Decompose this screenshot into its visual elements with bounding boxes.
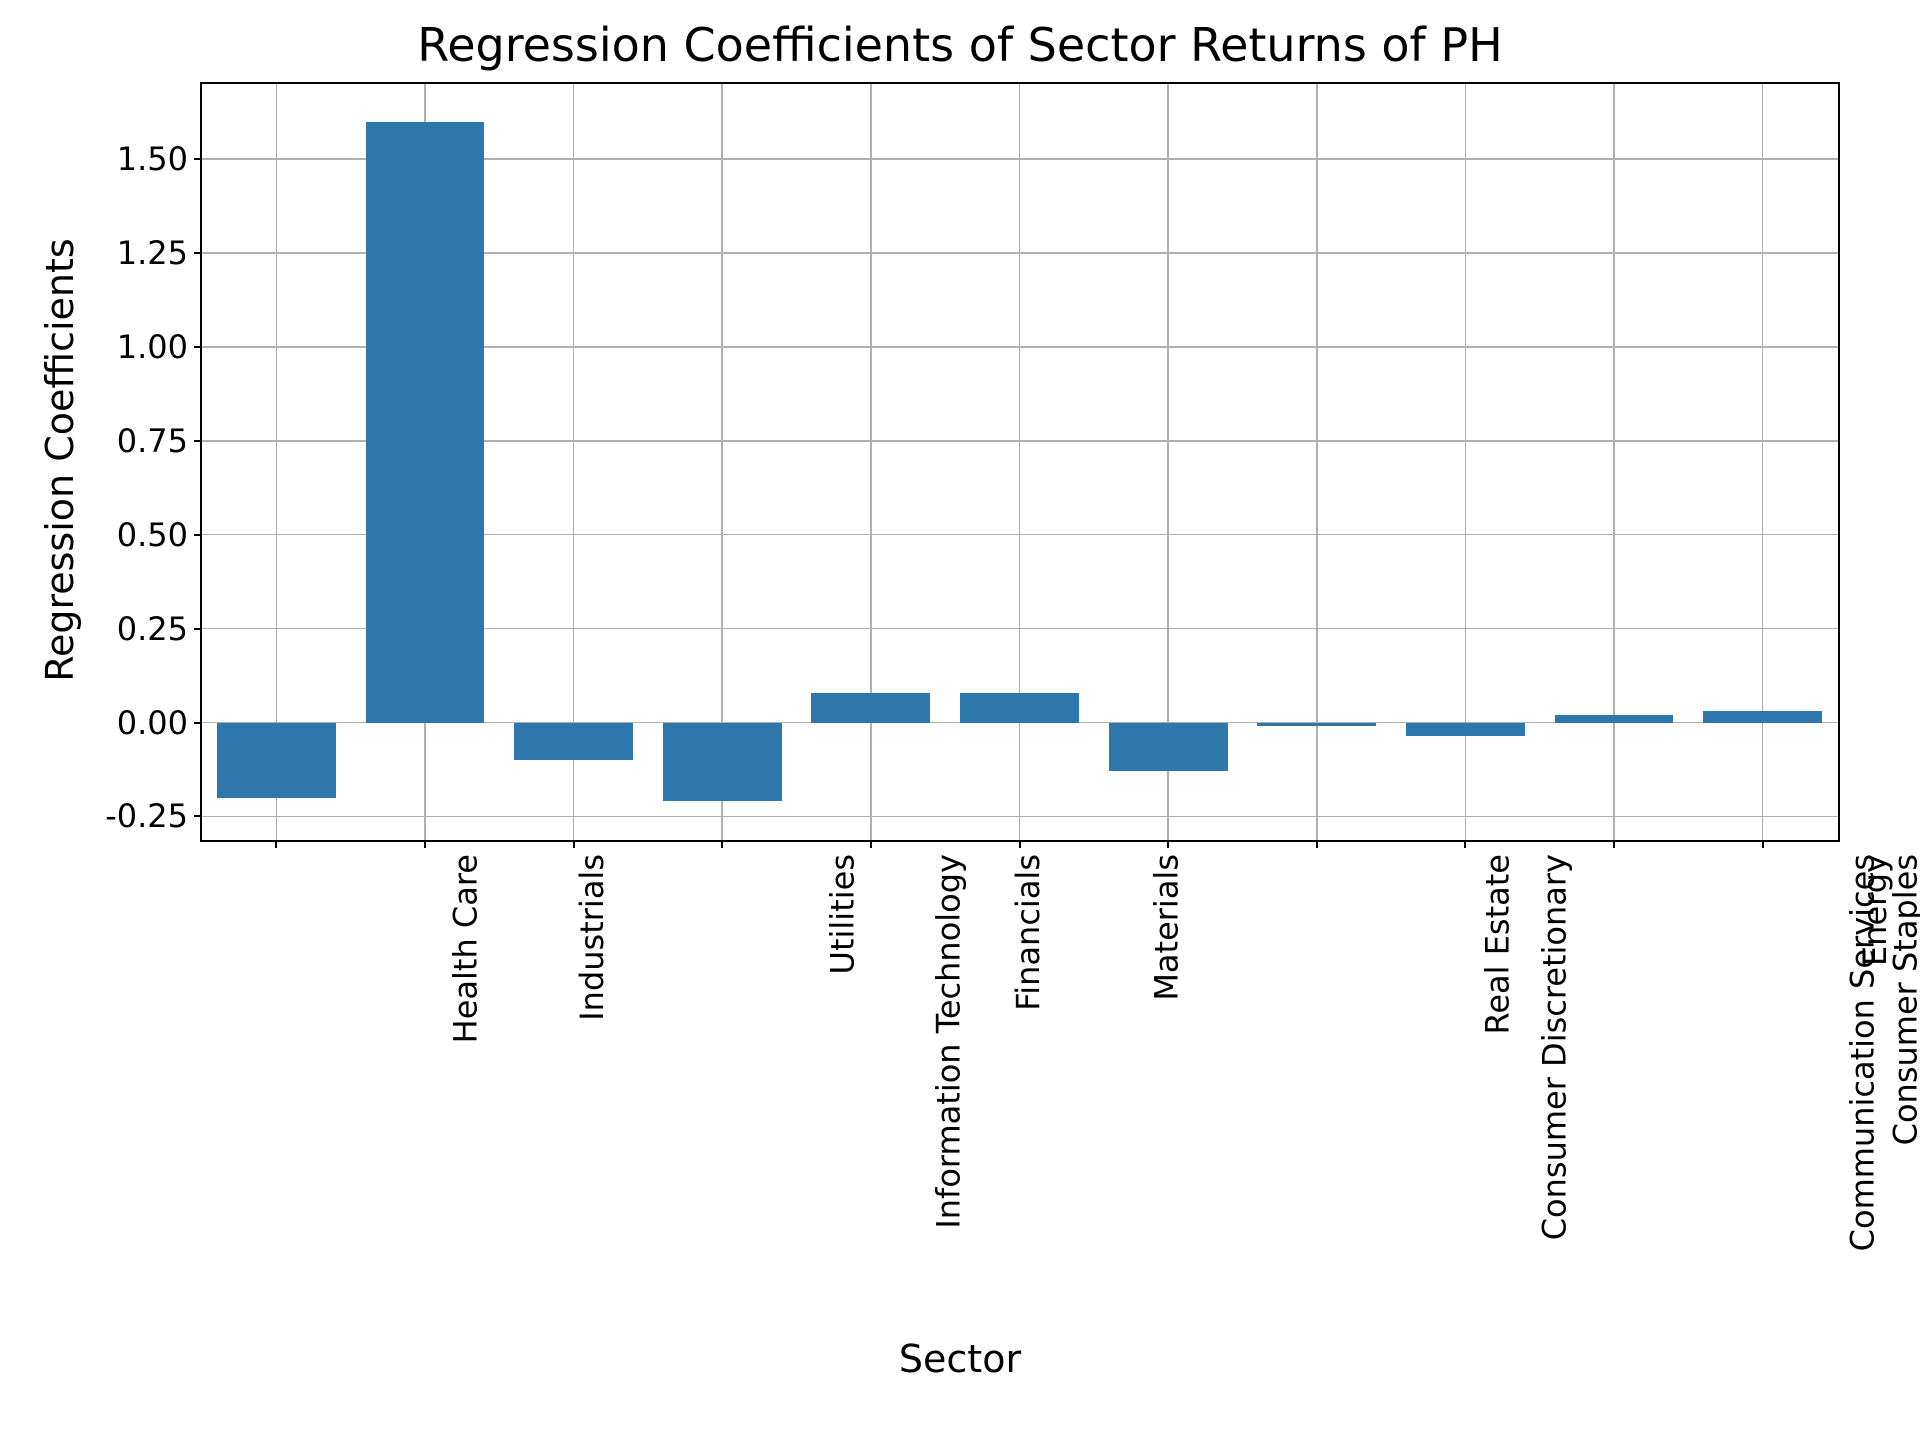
xtick-mark — [275, 840, 277, 848]
xtick-label: Information Technology — [929, 854, 967, 1229]
xtick-mark — [1464, 840, 1466, 848]
bar — [217, 723, 336, 798]
bar — [514, 723, 633, 761]
ytick-label: 1.50 — [117, 140, 202, 178]
bar — [1703, 711, 1822, 722]
plot-area: -0.250.000.250.500.751.001.251.50Health … — [200, 82, 1840, 842]
xtick-mark — [424, 840, 426, 848]
chart-title: Regression Coefficients of Sector Return… — [0, 18, 1920, 72]
xtick-label: Real Estate — [1478, 854, 1516, 1034]
xtick-label: Materials — [1147, 854, 1185, 1001]
bar — [960, 693, 1079, 723]
xtick-label: Financials — [1009, 854, 1047, 1011]
ytick-label: 0.00 — [117, 704, 202, 742]
xtick-label: Consumer Discretionary — [1535, 854, 1573, 1240]
xtick-label: Health Care — [447, 854, 485, 1043]
chart-figure: Regression Coefficients of Sector Return… — [0, 0, 1920, 1440]
bar — [1406, 723, 1525, 736]
xtick-mark — [1167, 840, 1169, 848]
bar — [1257, 723, 1376, 727]
gridline-v — [1316, 84, 1318, 840]
y-axis-label: Regression Coefficients — [38, 238, 82, 681]
xtick-label: Energy — [1856, 854, 1894, 966]
xtick-label: Utilities — [824, 854, 862, 974]
gridline-v — [1019, 84, 1021, 840]
ytick-label: 0.50 — [117, 516, 202, 554]
ytick-label: 0.75 — [117, 422, 202, 460]
bar — [663, 723, 782, 802]
gridline-v — [1762, 84, 1764, 840]
xtick-mark — [870, 840, 872, 848]
xtick-mark — [1762, 840, 1764, 848]
bar — [366, 122, 485, 723]
xtick-mark — [721, 840, 723, 848]
xtick-mark — [573, 840, 575, 848]
bar — [1555, 715, 1674, 723]
xtick-mark — [1316, 840, 1318, 848]
bar — [811, 693, 930, 723]
ytick-label: -0.25 — [105, 797, 202, 835]
ytick-label: 0.25 — [117, 610, 202, 648]
x-axis-label: Sector — [0, 1337, 1920, 1381]
gridline-v — [1613, 84, 1615, 840]
ytick-label: 1.00 — [117, 328, 202, 366]
bar — [1109, 723, 1228, 772]
xtick-mark — [1019, 840, 1021, 848]
xtick-mark — [1613, 840, 1615, 848]
xtick-label: Industrials — [573, 854, 611, 1021]
gridline-v — [870, 84, 872, 840]
ytick-label: 1.25 — [117, 234, 202, 272]
